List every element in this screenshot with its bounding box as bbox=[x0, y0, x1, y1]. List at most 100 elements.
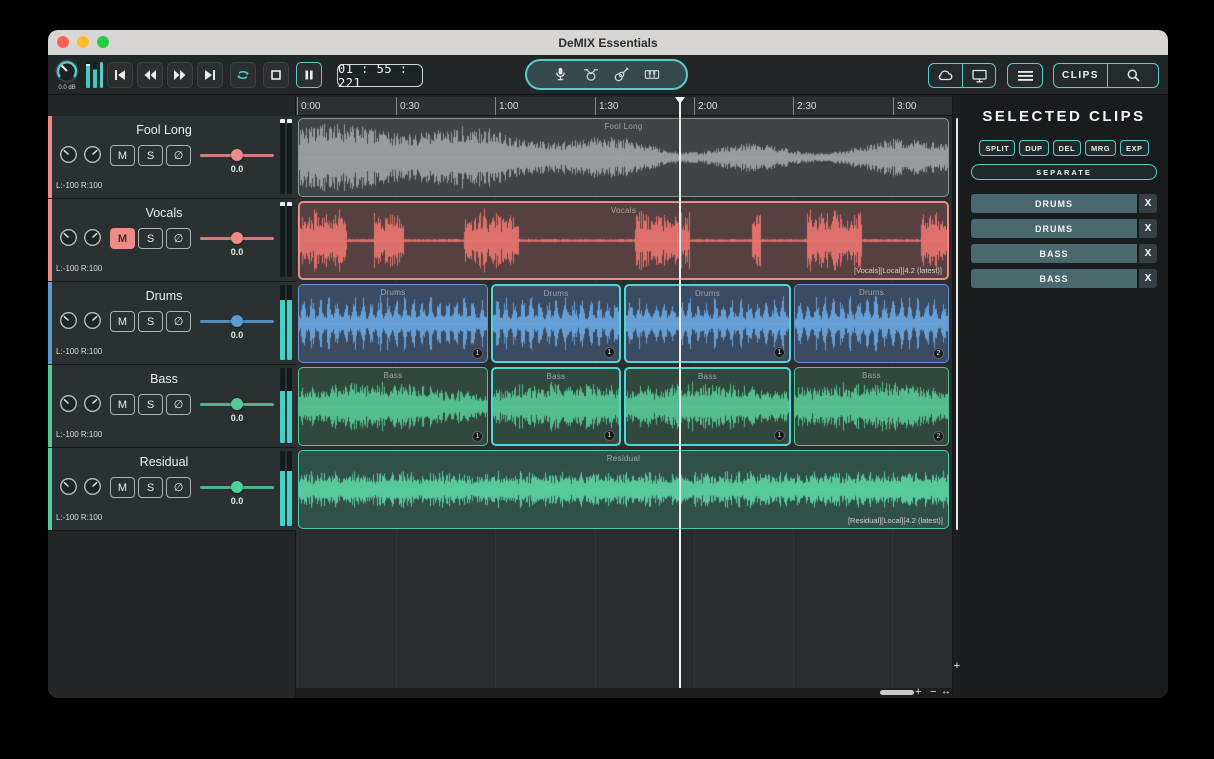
clip-drums-4[interactable]: Drums 2 bbox=[794, 284, 949, 363]
pan-knob[interactable] bbox=[59, 394, 78, 413]
clip-version-badge[interactable]: 2 bbox=[933, 348, 944, 359]
clip-drums-2[interactable]: Drums 1 bbox=[491, 284, 621, 363]
display-button[interactable] bbox=[962, 64, 995, 87]
vertical-scrollbar[interactable]: + bbox=[952, 95, 960, 698]
titlebar[interactable]: DeMIX Essentials bbox=[48, 30, 1168, 55]
horizontal-scrollbar[interactable]: + − ↔ bbox=[296, 688, 952, 697]
stop-button[interactable] bbox=[263, 62, 289, 88]
phase-button[interactable]: ∅ bbox=[166, 145, 191, 166]
mute-button[interactable]: M bbox=[110, 145, 135, 166]
track-header-vocals[interactable]: Vocals M S ∅ 0.0 L:-100 R:100 bbox=[48, 199, 296, 282]
slider-handle[interactable] bbox=[231, 398, 243, 410]
phase-button[interactable]: ∅ bbox=[166, 477, 191, 498]
master-gain-knob[interactable] bbox=[54, 58, 80, 84]
playhead[interactable] bbox=[679, 97, 681, 688]
width-knob[interactable] bbox=[83, 394, 102, 413]
list-item[interactable]: DRUMS X bbox=[971, 219, 1157, 238]
split-button[interactable]: SPLIT bbox=[979, 140, 1015, 156]
skip-start-button[interactable] bbox=[107, 62, 133, 88]
track-header-fool-long[interactable]: Fool Long M S ∅ 0.0 L:-100 R:100 bbox=[48, 116, 296, 199]
track-header-residual[interactable]: Residual M S ∅ 0.0 L:-100 R:100 bbox=[48, 448, 296, 531]
mute-button[interactable]: M bbox=[110, 394, 135, 415]
clip-bass-3[interactable]: Bass 1 bbox=[624, 367, 791, 446]
vertical-scrollbar-handle[interactable] bbox=[956, 118, 958, 530]
clip-version-badge[interactable]: 1 bbox=[472, 431, 483, 442]
zoom-fit-button[interactable]: ↔ bbox=[941, 685, 951, 698]
lane-residual[interactable]: Residual [Residual][Local][4.2 (latest)] bbox=[296, 448, 952, 531]
solo-button[interactable]: S bbox=[138, 477, 163, 498]
pan-knob[interactable] bbox=[59, 145, 78, 164]
separate-button[interactable]: SEPARATE bbox=[971, 164, 1157, 180]
clip-residual[interactable]: Residual [Residual][Local][4.2 (latest)] bbox=[298, 450, 949, 529]
clip-version-badge[interactable]: 1 bbox=[604, 347, 615, 358]
delete-button[interactable]: DEL bbox=[1053, 140, 1082, 156]
piano-icon[interactable] bbox=[643, 66, 661, 83]
pan-knob[interactable] bbox=[59, 477, 78, 496]
menu-button[interactable] bbox=[1007, 63, 1043, 88]
clips-button[interactable]: CLIPS bbox=[1054, 64, 1107, 87]
rewind-button[interactable] bbox=[137, 62, 163, 88]
mute-button[interactable]: M bbox=[110, 477, 135, 498]
phase-button[interactable]: ∅ bbox=[166, 311, 191, 332]
phase-button[interactable]: ∅ bbox=[166, 394, 191, 415]
lane-vocals[interactable]: Vocals [Vocals][Local][4.2 (latest)] bbox=[296, 199, 952, 282]
slider-handle[interactable] bbox=[231, 481, 243, 493]
time-display[interactable]: 01 : 55 : 221 bbox=[337, 64, 423, 87]
clip-fool-long[interactable]: Fool Long bbox=[298, 118, 949, 197]
solo-button[interactable]: S bbox=[138, 228, 163, 249]
width-knob[interactable] bbox=[83, 228, 102, 247]
solo-button[interactable]: S bbox=[138, 394, 163, 415]
loop-button[interactable] bbox=[230, 62, 256, 88]
clip-drums-3[interactable]: Drums 1 bbox=[624, 284, 791, 363]
lane-drums[interactable]: Drums 1 Drums 1 Drums 1 Drums 2 bbox=[296, 282, 952, 365]
slider-handle[interactable] bbox=[231, 232, 243, 244]
list-item[interactable]: BASS X bbox=[971, 269, 1157, 288]
minimize-window-button[interactable] bbox=[77, 36, 89, 48]
clip-version-badge[interactable]: 1 bbox=[472, 348, 483, 359]
merge-button[interactable]: MRG bbox=[1085, 140, 1116, 156]
pan-knob[interactable] bbox=[59, 228, 78, 247]
remove-item-button[interactable]: X bbox=[1137, 194, 1157, 213]
zoom-in-button[interactable]: + bbox=[915, 685, 921, 698]
mute-button[interactable]: M bbox=[110, 228, 135, 249]
zoom-out-button[interactable]: − bbox=[930, 685, 936, 698]
lane-fool-long[interactable]: Fool Long bbox=[296, 116, 952, 199]
mute-button[interactable]: M bbox=[110, 311, 135, 332]
guitar-icon[interactable] bbox=[613, 66, 630, 83]
slider-handle[interactable] bbox=[231, 149, 243, 161]
track-header-drums[interactable]: Drums M S ∅ 0.0 L:-100 R:100 bbox=[48, 282, 296, 365]
remove-item-button[interactable]: X bbox=[1137, 219, 1157, 238]
width-knob[interactable] bbox=[83, 145, 102, 164]
close-window-button[interactable] bbox=[57, 36, 69, 48]
volume-slider[interactable] bbox=[200, 149, 274, 161]
volume-slider[interactable] bbox=[200, 315, 274, 327]
volume-slider[interactable] bbox=[200, 398, 274, 410]
list-item[interactable]: DRUMS X bbox=[971, 194, 1157, 213]
pan-knob[interactable] bbox=[59, 311, 78, 330]
export-button[interactable]: EXP bbox=[1120, 140, 1149, 156]
list-item[interactable]: BASS X bbox=[971, 244, 1157, 263]
volume-slider[interactable] bbox=[200, 481, 274, 493]
horizontal-scrollbar-handle[interactable] bbox=[880, 690, 914, 695]
clip-bass-1[interactable]: Bass 1 bbox=[298, 367, 488, 446]
lane-bass[interactable]: Bass 1 Bass 1 Bass 1 Bass 2 bbox=[296, 365, 952, 448]
clip-version-badge[interactable]: 1 bbox=[774, 347, 785, 358]
pause-button[interactable] bbox=[296, 62, 322, 88]
duplicate-button[interactable]: DUP bbox=[1019, 140, 1048, 156]
slider-handle[interactable] bbox=[231, 315, 243, 327]
drums-icon[interactable] bbox=[582, 66, 600, 83]
skip-end-button[interactable] bbox=[197, 62, 223, 88]
search-button[interactable] bbox=[1107, 64, 1158, 87]
zoom-window-button[interactable] bbox=[97, 36, 109, 48]
solo-button[interactable]: S bbox=[138, 311, 163, 332]
remove-item-button[interactable]: X bbox=[1137, 269, 1157, 288]
clip-drums-1[interactable]: Drums 1 bbox=[298, 284, 488, 363]
track-header-bass[interactable]: Bass M S ∅ 0.0 L:-100 R:100 bbox=[48, 365, 296, 448]
volume-slider[interactable] bbox=[200, 232, 274, 244]
remove-item-button[interactable]: X bbox=[1137, 244, 1157, 263]
clip-version-badge[interactable]: 1 bbox=[774, 430, 785, 441]
clip-bass-2[interactable]: Bass 1 bbox=[491, 367, 621, 446]
fast-forward-button[interactable] bbox=[167, 62, 193, 88]
cloud-button[interactable] bbox=[929, 64, 962, 87]
clip-version-badge[interactable]: 2 bbox=[933, 431, 944, 442]
